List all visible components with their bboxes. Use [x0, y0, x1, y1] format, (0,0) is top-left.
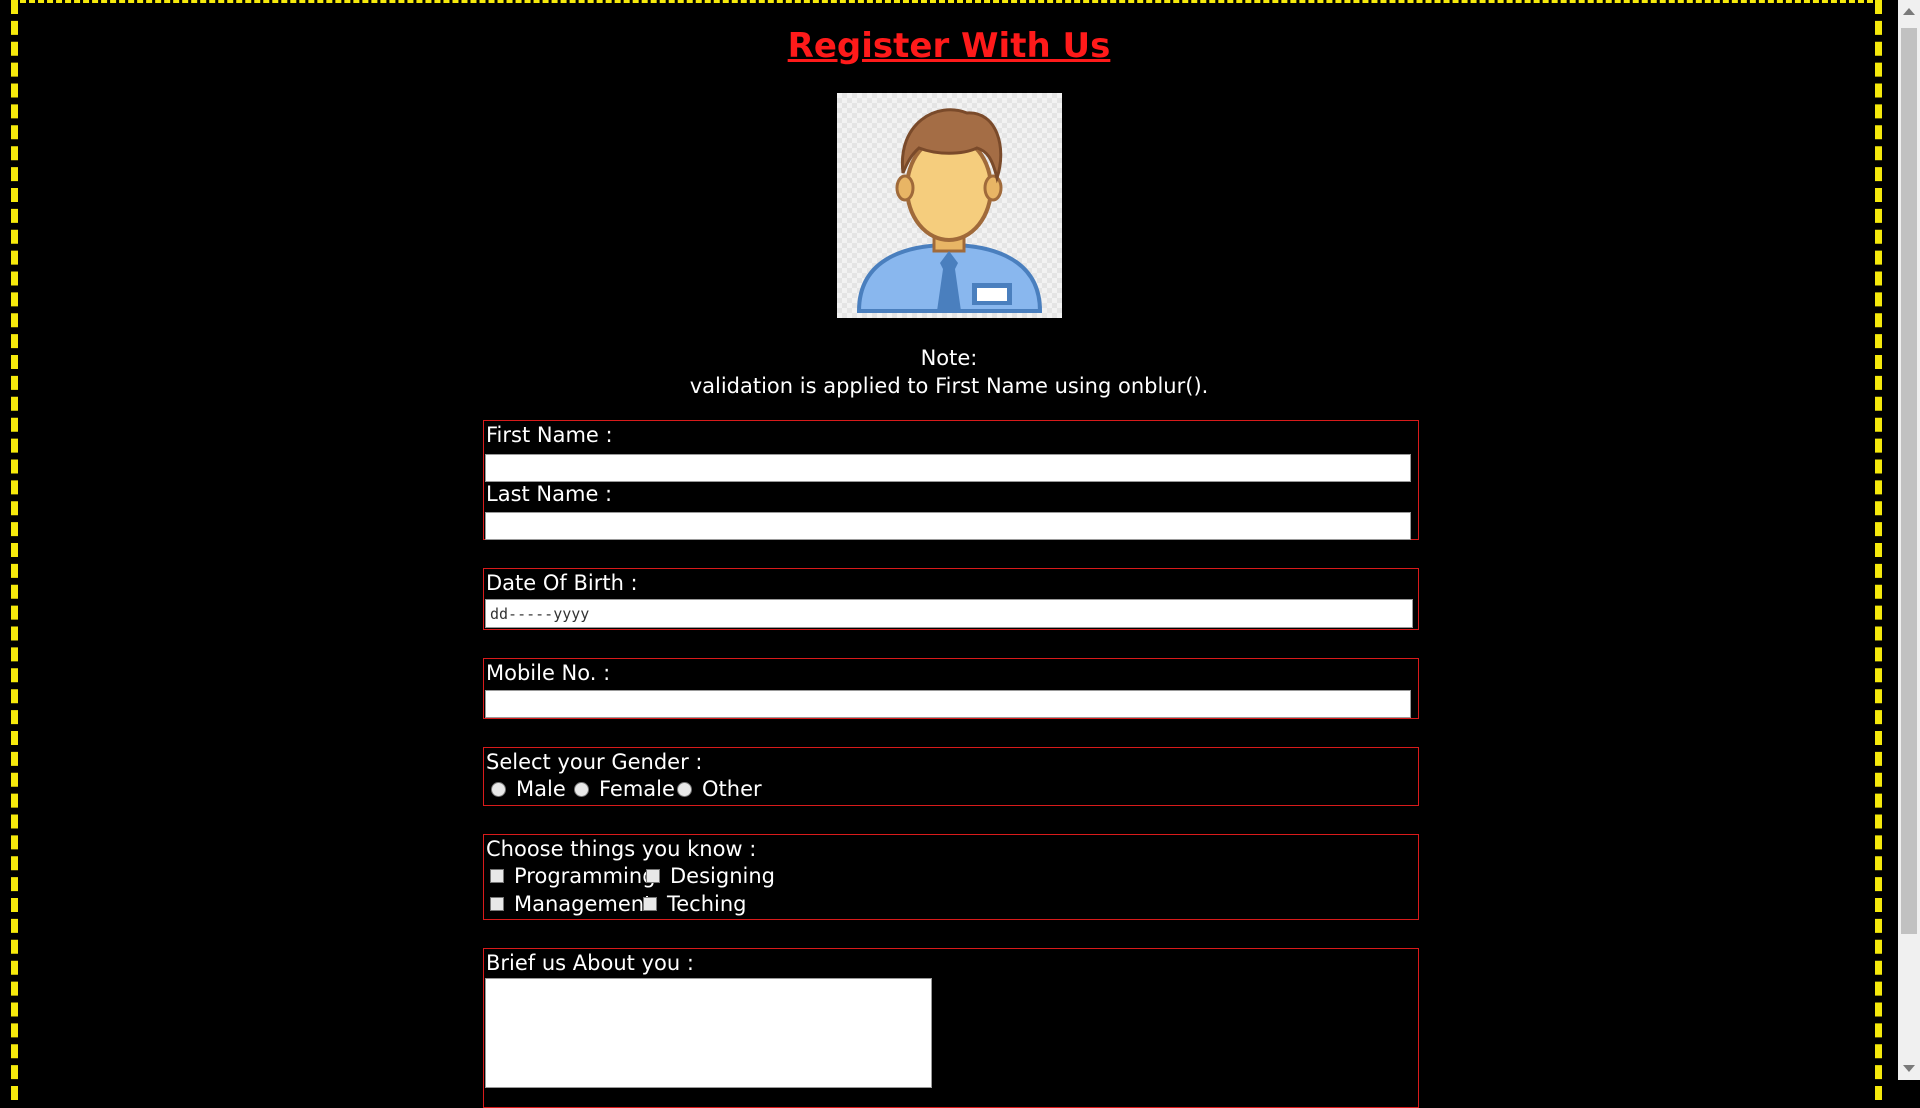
teching-label: Teching — [667, 892, 747, 916]
scroll-down-icon[interactable] — [1903, 1065, 1915, 1072]
gender-other-option[interactable]: Other — [677, 777, 762, 801]
skills-fieldset: Choose things you know : Programming Des… — [483, 834, 1419, 920]
user-avatar-icon — [837, 93, 1062, 318]
gender-male-option[interactable]: Male — [491, 777, 566, 801]
programming-label: Programming — [514, 864, 656, 888]
about-fieldset: Brief us About you : — [483, 948, 1419, 1108]
last-name-input[interactable] — [485, 512, 1411, 540]
skills-label: Choose things you know : — [486, 837, 757, 861]
first-name-input[interactable] — [485, 454, 1411, 482]
skill-teching-option[interactable]: Teching — [643, 892, 747, 916]
female-radio[interactable] — [574, 781, 589, 797]
vertical-scrollbar[interactable] — [1898, 0, 1920, 1080]
mobile-input[interactable] — [485, 690, 1411, 718]
male-radio[interactable] — [491, 781, 506, 797]
note-text: validation is applied to First Name usin… — [689, 374, 1209, 398]
about-textarea[interactable] — [485, 978, 932, 1088]
name-fieldset: First Name : Last Name : — [483, 420, 1419, 540]
gender-fieldset: Select your Gender : Male Female Other — [483, 747, 1419, 806]
teching-checkbox[interactable] — [643, 897, 657, 911]
first-name-label: First Name : — [486, 423, 613, 447]
dob-fieldset: Date Of Birth : dd-----yyyy — [483, 568, 1419, 630]
mobile-label: Mobile No. : — [486, 661, 611, 685]
other-label: Other — [702, 777, 762, 801]
skill-management-option[interactable]: Management — [490, 892, 652, 916]
page-title: Register With Us — [787, 26, 1111, 66]
scroll-up-icon[interactable] — [1903, 8, 1915, 15]
last-name-label: Last Name : — [486, 482, 613, 506]
designing-checkbox[interactable] — [646, 869, 660, 883]
programming-checkbox[interactable] — [490, 869, 504, 883]
management-checkbox[interactable] — [490, 897, 504, 911]
dob-input[interactable]: dd-----yyyy — [485, 599, 1413, 628]
management-label: Management — [514, 892, 653, 916]
note-heading: Note: — [920, 346, 978, 370]
dob-label: Date Of Birth : — [486, 571, 638, 595]
female-label: Female — [599, 777, 675, 801]
gender-female-option[interactable]: Female — [574, 777, 675, 801]
designing-label: Designing — [670, 864, 775, 888]
scrollbar-thumb[interactable] — [1901, 28, 1917, 934]
mobile-fieldset: Mobile No. : — [483, 658, 1419, 719]
about-label: Brief us About you : — [486, 951, 694, 975]
other-radio[interactable] — [677, 781, 692, 797]
gender-label: Select your Gender : — [486, 750, 703, 774]
skill-programming-option[interactable]: Programming — [490, 864, 656, 888]
skill-designing-option[interactable]: Designing — [646, 864, 775, 888]
note-section: Note: validation is applied to First Nam… — [0, 344, 1898, 400]
male-label: Male — [516, 777, 566, 801]
